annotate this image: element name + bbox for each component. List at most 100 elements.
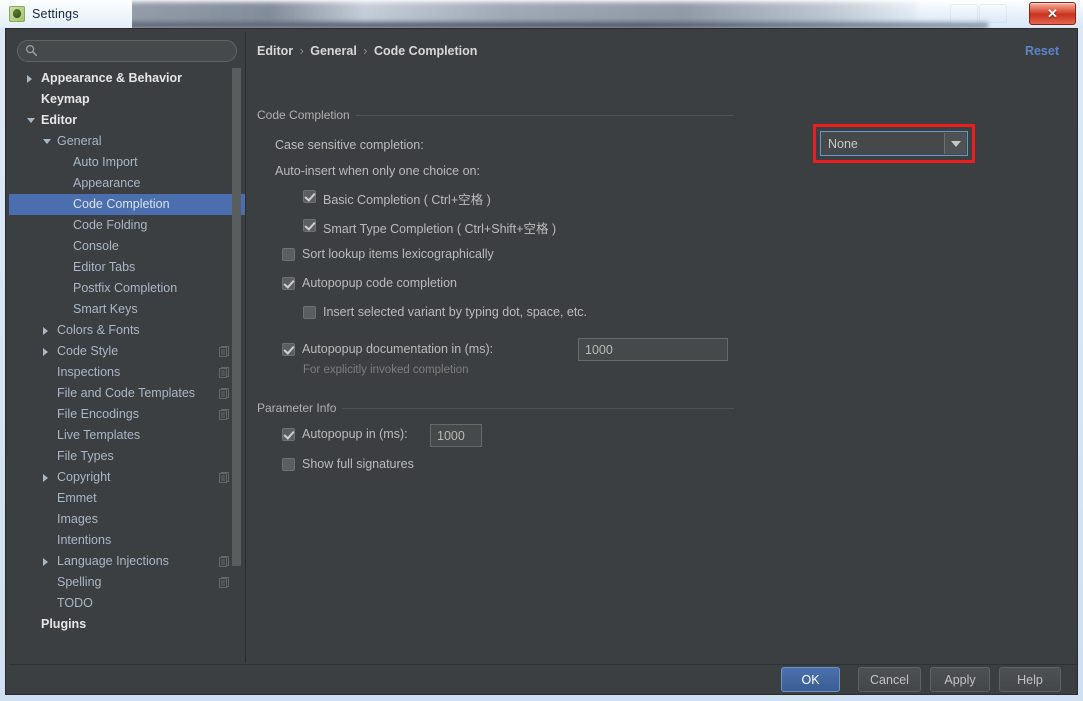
maximize-button[interactable] [979,4,1007,23]
settings-dialog: Appearance & Behavior Keymap Editor General… [5,28,1078,695]
cancel-button[interactable]: Cancel [858,667,921,692]
sidebar-item-code-folding[interactable]: Code Folding [9,215,245,236]
breadcrumb-part-general[interactable]: General [310,44,357,58]
chevron-right-icon[interactable] [43,558,48,566]
checkbox-autopopup-code-completion-label: Autopopup code completion [302,276,457,290]
sidebar-item-copyright[interactable]: Copyright [9,467,245,488]
checkbox-smart-type-completion-box[interactable] [303,219,316,232]
autopopup-documentation-hint: For explicitly invoked completion [303,364,469,376]
checkbox-sort-lookup-items-box[interactable] [282,248,295,261]
android-studio-icon [9,6,25,22]
checkbox-parameter-autopopup-label: Autopopup in (ms): [302,427,408,441]
checkbox-sort-lookup-items-label: Sort lookup items lexicographically [302,247,494,261]
sidebar-item-editor-tabs[interactable]: Editor Tabs [9,257,245,278]
sidebar-item-label: File and Code Templates [57,386,196,400]
sidebar-item-label: Appearance & Behavior [41,71,183,85]
checkbox-autopopup-documentation-box[interactable] [282,343,295,356]
window-title: Settings [32,7,79,21]
sidebar-item-appearance[interactable]: Appearance [9,173,245,194]
sidebar-item-label: Intentions [57,533,112,547]
sidebar-item-intentions[interactable]: Intentions [9,530,245,551]
sidebar-item-label: Code Completion [73,197,170,211]
sidebar-item-keymap[interactable]: Keymap [9,89,245,110]
ok-button[interactable]: OK [781,667,840,692]
checkbox-insert-selected-variant-box[interactable] [303,306,316,319]
breadcrumb-separator-2: › [363,44,368,58]
settings-tree[interactable]: Appearance & Behavior Keymap Editor General… [9,68,245,661]
close-icon[interactable]: ✕ [1029,2,1076,25]
sidebar-item-file-encodings[interactable]: File Encodings [9,404,245,425]
sidebar-item-todo[interactable]: TODO [9,593,245,614]
checkbox-smart-type-completion-label: Smart Type Completion ( Ctrl+Shift+空格 ) [323,222,557,236]
sidebar-item-label: Plugins [41,617,87,631]
breadcrumb-part-editor[interactable]: Editor [257,44,293,58]
checkbox-autopopup-code-completion-box[interactable] [282,277,295,290]
chevron-down-icon[interactable] [27,118,35,123]
sidebar-item-code-completion[interactable]: Code Completion [9,194,245,215]
chevron-right-icon[interactable] [43,474,48,482]
sidebar-item-inspections[interactable]: Inspections [9,362,245,383]
sidebar-item-code-style[interactable]: Code Style [9,341,245,362]
title-bar: Settings ✕ [0,0,1083,28]
chevron-right-icon[interactable] [43,348,48,356]
case-sensitive-completion-dropdown[interactable]: None [820,131,968,156]
sidebar-item-label: Spelling [57,575,102,589]
search-box[interactable] [17,40,237,62]
sidebar-item-appearance-behavior[interactable]: Appearance & Behavior [9,68,245,89]
sidebar-item-images[interactable]: Images [9,509,245,530]
sidebar-item-general[interactable]: General [9,131,245,152]
sidebar-scrollbar-thumb[interactable] [232,68,241,566]
checkbox-autopopup-documentation-label: Autopopup documentation in (ms): [302,342,494,356]
checkbox-show-full-signatures-box[interactable] [282,458,295,471]
sidebar-item-label: TODO [57,596,93,610]
sidebar-item-label: Editor Tabs [73,260,136,274]
minimize-button[interactable] [950,4,978,23]
chevron-right-icon[interactable] [43,327,48,335]
title-bar-left: Settings [0,0,132,28]
chevron-down-icon[interactable] [944,133,966,154]
project-scope-icon [219,409,229,420]
settings-content: Editor › General › Code Completion Reset… [247,32,1075,663]
sidebar-item-label: Editor [41,113,78,127]
checkbox-basic-completion-box[interactable] [303,190,316,203]
sidebar-item-label: Auto Import [73,155,138,169]
sidebar-item-language-injections[interactable]: Language Injections [9,551,245,572]
sidebar-item-editor[interactable]: Editor [9,110,245,131]
sidebar-item-file-types[interactable]: File Types [9,446,245,467]
checkbox-show-full-signatures-label: Show full signatures [302,457,414,471]
sidebar-item-smart-keys[interactable]: Smart Keys [9,299,245,320]
sidebar-item-postfix-completion[interactable]: Postfix Completion [9,278,245,299]
sidebar-item-label: Code Style [57,344,119,358]
dialog-button-bar: OK Cancel Apply Help [9,664,1076,694]
apply-button[interactable]: Apply [930,667,990,692]
sidebar-item-emmet[interactable]: Emmet [9,488,245,509]
project-scope-icon [219,472,229,483]
sidebar-item-label: Images [57,512,98,526]
project-scope-icon [219,346,229,357]
breadcrumb-part-code-completion: Code Completion [373,44,478,58]
sidebar-item-console[interactable]: Console [9,236,245,257]
sidebar-item-live-templates[interactable]: Live Templates [9,425,245,446]
settings-window: Settings ✕ Appearance & Behavior Keymap Ed… [0,0,1083,701]
case-sensitive-completion-value: None [828,136,858,151]
chevron-down-icon[interactable] [43,139,51,144]
parameter-autopopup-delay-input[interactable] [430,424,482,447]
settings-sidebar: Appearance & Behavior Keymap Editor General… [9,32,246,663]
help-button[interactable]: Help [999,667,1061,692]
sidebar-item-label: Live Templates [57,428,141,442]
sidebar-item-label: Console [73,239,119,253]
chevron-right-icon[interactable] [27,75,32,83]
sidebar-item-auto-import[interactable]: Auto Import [9,152,245,173]
sidebar-scrollbar[interactable] [232,68,241,661]
sidebar-item-file-and-code-templates[interactable]: File and Code Templates [9,383,245,404]
reset-link[interactable]: Reset [1025,44,1059,58]
checkbox-parameter-autopopup-box[interactable] [282,428,295,441]
sidebar-item-colors-fonts[interactable]: Colors & Fonts [9,320,245,341]
checkbox-basic-completion-label: Basic Completion ( Ctrl+空格 ) [323,193,491,207]
sidebar-item-plugins[interactable]: Plugins [9,614,245,635]
group-code-completion: Code Completion [257,108,734,122]
sidebar-item-spelling[interactable]: Spelling [9,572,245,593]
project-scope-icon [219,556,229,567]
search-input[interactable] [17,40,237,62]
autopopup-documentation-delay-input[interactable] [578,338,728,361]
